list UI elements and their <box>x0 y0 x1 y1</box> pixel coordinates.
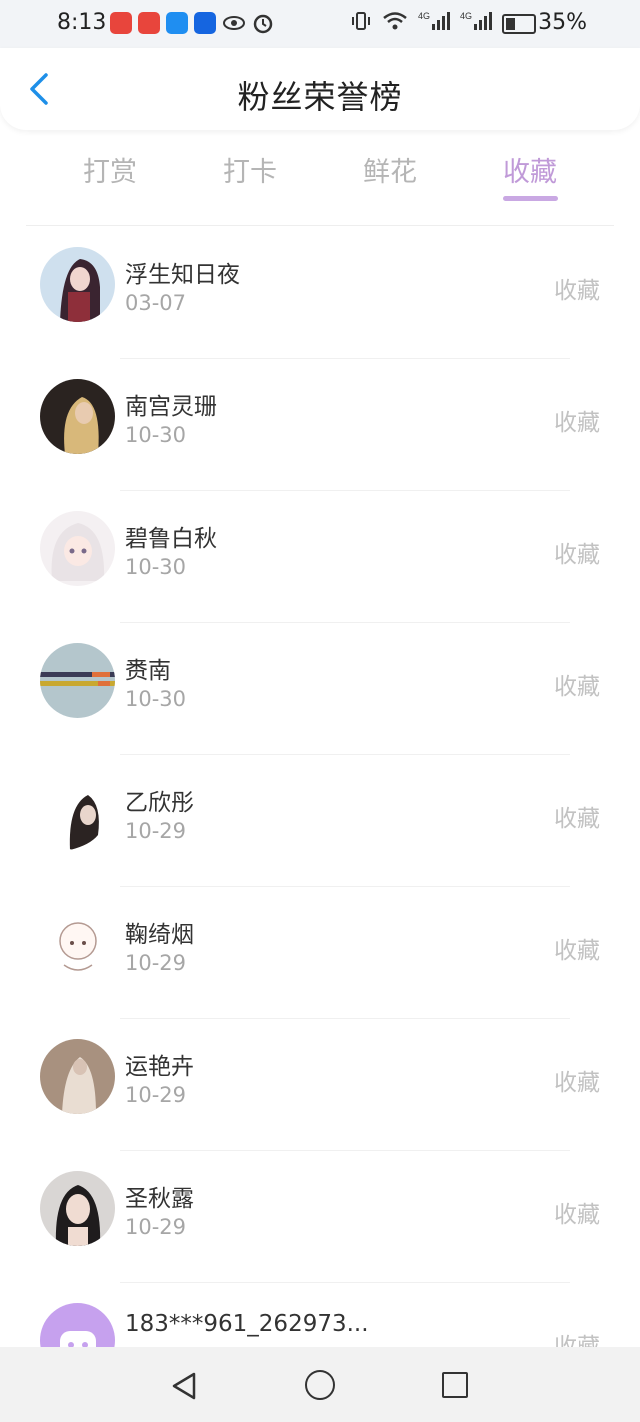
avatar <box>40 643 115 718</box>
favorite-label: 收藏 <box>554 806 600 832</box>
tab-tip[interactable]: 打赏 <box>60 150 160 189</box>
fan-name: 南宫灵珊 <box>125 394 217 420</box>
avatar <box>40 1171 115 1246</box>
huawei-app-icon <box>110 12 132 34</box>
status-bar: 8:13 4G 4G 35% <box>0 0 640 48</box>
fan-date: 10-30 <box>125 687 187 711</box>
avatar <box>40 907 115 982</box>
huawei-app-icon <box>138 12 160 34</box>
tab-favorites[interactable]: 收藏 <box>480 150 580 189</box>
avatar <box>40 511 115 586</box>
tab-flowers[interactable]: 鲜花 <box>340 150 440 189</box>
list-item[interactable]: 南宫灵珊 10-30 收藏 <box>0 359 640 491</box>
fan-date: 10-29 <box>125 1215 187 1239</box>
alarm-icon <box>252 12 274 38</box>
active-tab-indicator <box>503 196 558 201</box>
list-item[interactable]: 浮生知日夜 03-07 收藏 <box>0 227 640 359</box>
vibrate-icon <box>350 10 372 37</box>
system-nav-bar <box>0 1347 640 1422</box>
favorite-label: 收藏 <box>554 542 600 568</box>
wifi-icon <box>382 10 408 37</box>
battery-level: 35% <box>538 10 587 35</box>
fan-date: 10-29 <box>125 819 187 843</box>
fan-name: 鞠绮烟 <box>125 922 194 948</box>
status-right: 4G 4G <box>350 10 536 37</box>
favorite-label: 收藏 <box>554 674 600 700</box>
weather-icon <box>166 12 188 34</box>
favorite-label: 收藏 <box>554 1070 600 1096</box>
fan-name: 浮生知日夜 <box>125 262 240 288</box>
svg-text:4G: 4G <box>460 11 472 21</box>
fan-name: 运艳卉 <box>125 1054 194 1080</box>
status-time: 8:13 <box>57 10 107 35</box>
avatar <box>40 247 115 322</box>
fan-date: 03-07 <box>125 291 187 315</box>
avatar <box>40 775 115 850</box>
signal-4g-icon: 4G <box>460 10 492 37</box>
tab-bar: 打赏 打卡 鲜花 收藏 <box>40 150 600 210</box>
bulb-icon <box>194 12 216 34</box>
tab-checkin[interactable]: 打卡 <box>200 150 300 189</box>
fan-date: 10-30 <box>125 555 187 579</box>
fans-list: 浮生知日夜 03-07 收藏 南宫灵珊 10-30 收藏 碧鲁白秋 10-30 … <box>0 227 640 1415</box>
fan-name: 圣秋露 <box>125 1186 194 1212</box>
nav-back-icon[interactable] <box>170 1371 198 1405</box>
nav-recent-apps-icon[interactable] <box>442 1372 468 1398</box>
list-item[interactable]: 赉南 10-30 收藏 <box>0 623 640 755</box>
favorite-label: 收藏 <box>554 278 600 304</box>
list-item[interactable]: 碧鲁白秋 10-30 收藏 <box>0 491 640 623</box>
fan-name: 赉南 <box>125 658 171 684</box>
fan-date: 10-30 <box>125 423 187 447</box>
battery-icon <box>502 13 536 34</box>
fan-name: 乙欣彤 <box>125 790 194 816</box>
eye-icon <box>222 12 246 38</box>
favorite-label: 收藏 <box>554 938 600 964</box>
favorite-label: 收藏 <box>554 410 600 436</box>
svg-text:4G: 4G <box>418 11 430 21</box>
favorite-label: 收藏 <box>554 1202 600 1228</box>
notification-icons <box>110 12 274 38</box>
fan-name: 碧鲁白秋 <box>125 526 217 552</box>
fan-date: 10-29 <box>125 951 187 975</box>
signal-4g-icon: 4G <box>418 10 450 37</box>
list-item[interactable]: 运艳卉 10-29 收藏 <box>0 1019 640 1151</box>
fan-name: 183***961_262973... <box>125 1311 369 1337</box>
fan-date: 10-29 <box>125 1083 187 1107</box>
list-item[interactable]: 乙欣彤 10-29 收藏 <box>0 755 640 887</box>
divider <box>26 225 614 226</box>
list-item[interactable]: 鞠绮烟 10-29 收藏 <box>0 887 640 1019</box>
avatar <box>40 1039 115 1114</box>
list-item[interactable]: 圣秋露 10-29 收藏 <box>0 1151 640 1283</box>
header: 粉丝荣誉榜 <box>0 48 640 130</box>
nav-home-icon[interactable] <box>305 1370 335 1400</box>
page-title: 粉丝荣誉榜 <box>237 78 403 116</box>
avatar <box>40 379 115 454</box>
